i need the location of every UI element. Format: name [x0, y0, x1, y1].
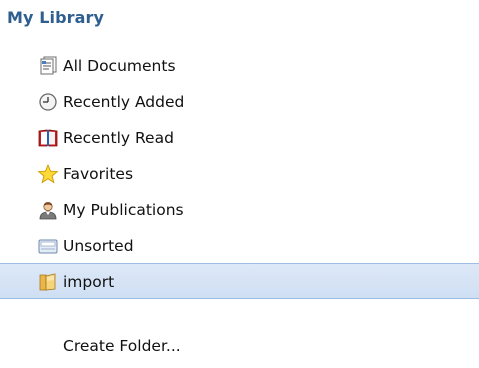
library-item-label: import: [63, 273, 115, 291]
star-icon: [37, 164, 59, 184]
library-item-label: Recently Read: [63, 129, 174, 147]
library-item-import-folder[interactable]: import: [0, 263, 479, 299]
library-item-label: My Publications: [63, 201, 184, 219]
my-library-panel: My Library All Documents Recently Added: [0, 0, 479, 368]
library-item-unsorted[interactable]: Unsorted: [0, 228, 479, 264]
clock-icon: [37, 92, 59, 112]
library-item-favorites[interactable]: Favorites: [0, 156, 479, 192]
library-item-label: Favorites: [63, 165, 134, 183]
folder-icon: [37, 272, 59, 292]
library-item-recently-read[interactable]: Recently Read: [0, 120, 479, 156]
library-item-label: All Documents: [63, 57, 176, 75]
person-icon: [37, 200, 59, 220]
section-title: My Library: [7, 8, 105, 27]
create-folder-link[interactable]: Create Folder...: [63, 337, 181, 355]
library-item-my-publications[interactable]: My Publications: [0, 192, 479, 228]
library-item-all-documents[interactable]: All Documents: [0, 48, 479, 84]
inbox-tray-icon: [37, 236, 59, 256]
documents-icon: [37, 56, 59, 76]
library-item-label: Unsorted: [63, 237, 134, 255]
library-item-label: Recently Added: [63, 93, 185, 111]
open-book-icon: [37, 128, 59, 148]
library-item-recently-added[interactable]: Recently Added: [0, 84, 479, 120]
